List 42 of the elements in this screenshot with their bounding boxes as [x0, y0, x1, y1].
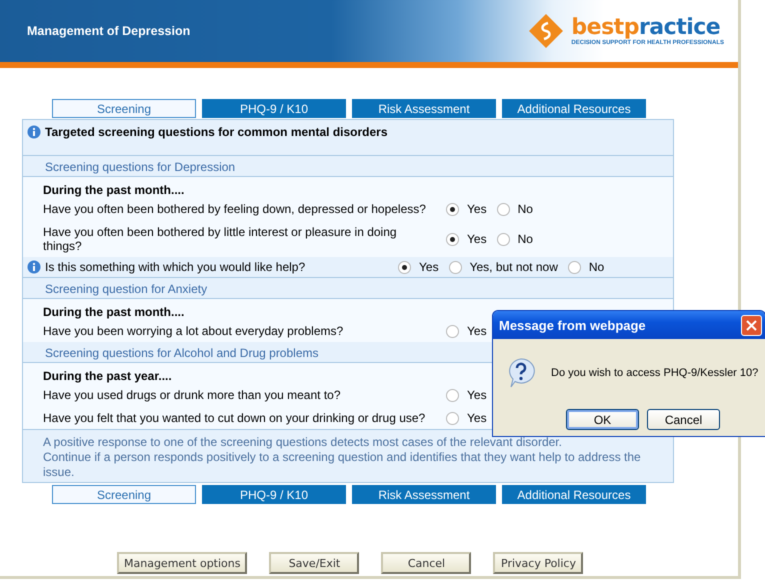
- action-button[interactable]: Privacy Policy: [493, 552, 584, 574]
- lead-text: During the past year....: [43, 369, 172, 383]
- action-button[interactable]: Cancel: [381, 552, 472, 574]
- question-text: Have you felt that you wanted to cut down on your drinking or drug use?: [43, 411, 426, 425]
- action-button[interactable]: Management options: [117, 552, 248, 574]
- radio-option[interactable]: Yes: [398, 260, 439, 274]
- question-text: Have you often been bothered by little interest or pleasure in doing things?: [43, 225, 398, 253]
- radio-option[interactable]: Yes: [446, 202, 487, 216]
- radio-option[interactable]: No: [568, 260, 604, 274]
- dialog-button[interactable]: OK: [566, 409, 639, 430]
- note-text: Continue if a person responds positively to a screening question and identifies that they want help to address the issue.: [43, 450, 642, 480]
- question-text: Have you been worrying a lot about everyday problems?: [43, 324, 344, 338]
- tab[interactable]: Additional Resources: [502, 99, 646, 118]
- tab[interactable]: Risk Assessment: [352, 485, 496, 504]
- radio-option[interactable]: Yes: [446, 388, 487, 402]
- radio-option[interactable]: No: [496, 232, 533, 246]
- radio-option[interactable]: Yes: [446, 232, 487, 246]
- intro-heading: Targeted screening questions for common mental disorders: [45, 125, 388, 139]
- tab[interactable]: PHQ-9 / K10: [202, 485, 346, 504]
- dialog-button[interactable]: Cancel: [647, 409, 720, 430]
- note-text: A positive response to one of the screening questions detects most cases of the relevant disorder.: [43, 435, 563, 450]
- question-text: Is this something with which you would like help?: [45, 260, 306, 274]
- lead-text: During the past month....: [43, 305, 184, 319]
- tab[interactable]: Screening: [52, 485, 196, 504]
- logo-text: bestpractice: [571, 16, 720, 40]
- section-heading: Screening questions for Depression: [23, 156, 673, 177]
- radio-option[interactable]: Yes, but not now: [448, 260, 558, 274]
- page-title: Management of Depression: [27, 24, 190, 38]
- tab[interactable]: Risk Assessment: [352, 99, 496, 118]
- tab[interactable]: Screening: [52, 99, 196, 118]
- question-text: Have you often been bothered by feeling down, depressed or hopeless?: [43, 202, 427, 216]
- action-button[interactable]: Save/Exit: [269, 552, 360, 574]
- radio-option[interactable]: No: [496, 202, 533, 216]
- section-heading: Screening question for Anxiety: [23, 278, 673, 299]
- tab[interactable]: PHQ-9 / K10: [202, 99, 346, 118]
- lead-text: During the past month....: [43, 183, 184, 197]
- tab[interactable]: Additional Resources: [502, 485, 646, 504]
- radio-option[interactable]: Yes: [446, 324, 487, 338]
- dialog-title: Message from webpage: [499, 318, 646, 332]
- radio-option[interactable]: Yes: [446, 411, 487, 425]
- dialog-message: Do you wish to access PHQ-9/Kessler 10?: [551, 367, 758, 379]
- question-text: Have you used drugs or drunk more than you meant to?: [43, 388, 342, 402]
